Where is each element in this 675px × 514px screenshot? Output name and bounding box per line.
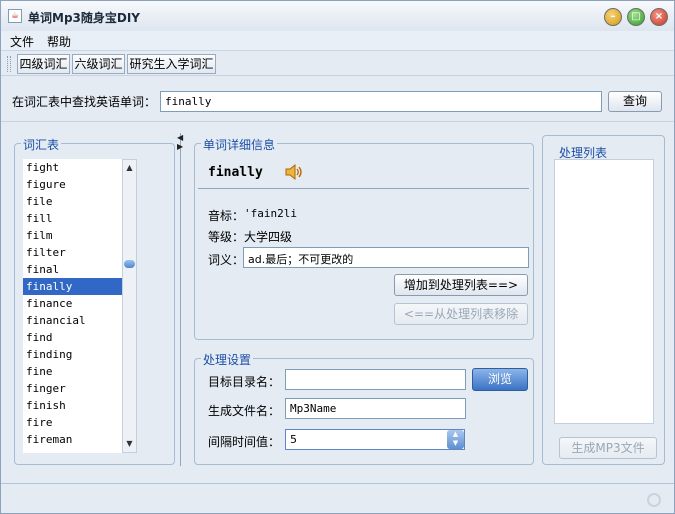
- target-dir-input[interactable]: [285, 369, 466, 390]
- list-item[interactable]: finance: [23, 295, 122, 312]
- phonetic-label: 音标：: [208, 209, 245, 223]
- close-button[interactable]: ×: [650, 8, 668, 26]
- minimize-button[interactable]: –: [604, 8, 622, 26]
- list-item[interactable]: fight: [23, 159, 122, 176]
- list-item[interactable]: figure: [23, 176, 122, 193]
- list-item[interactable]: fireman: [23, 431, 122, 448]
- query-button[interactable]: 查询: [608, 91, 662, 112]
- split-divider[interactable]: [180, 133, 181, 466]
- java-cup-icon: ☕: [8, 9, 22, 23]
- split-arrows-icon[interactable]: ◀ ▶: [177, 133, 183, 151]
- title-bar[interactable]: ☕ 单词Mp3随身宝DIY – □ ×: [1, 1, 674, 31]
- search-input[interactable]: finally: [160, 91, 602, 112]
- menu-file[interactable]: 文件: [10, 33, 34, 50]
- vocab-scrollbar[interactable]: ▲ ▼: [122, 159, 137, 453]
- list-item[interactable]: final: [23, 261, 122, 278]
- definition-label: 词义：: [208, 253, 245, 267]
- level-cet6-button[interactable]: 六级词汇: [72, 54, 125, 74]
- scroll-down-arrow-icon[interactable]: ▼: [123, 437, 136, 451]
- list-item[interactable]: finding: [23, 346, 122, 363]
- detail-legend: 单词详细信息: [201, 136, 278, 153]
- maximize-button[interactable]: □: [627, 8, 645, 26]
- list-item[interactable]: finish: [23, 397, 122, 414]
- menu-help[interactable]: 帮助: [47, 33, 71, 50]
- list-item-selected[interactable]: finally: [23, 278, 122, 295]
- browse-button[interactable]: 浏览: [472, 368, 528, 391]
- search-label: 在词汇表中查找英语单词：: [12, 95, 157, 109]
- list-item[interactable]: find: [23, 329, 122, 346]
- filename-label: 生成文件名：: [208, 404, 281, 418]
- target-dir-label: 目标目录名：: [208, 375, 281, 389]
- settings-legend: 处理设置: [201, 351, 254, 368]
- list-item[interactable]: fine: [23, 363, 122, 380]
- list-item[interactable]: filter: [23, 244, 122, 261]
- list-item[interactable]: finger: [23, 380, 122, 397]
- app-window: ☕ 单词Mp3随身宝DIY – □ × 文件 帮助 四级词汇 六级词汇 研究生入…: [0, 0, 675, 514]
- definition-field[interactable]: ad.最后；不可更改的: [243, 247, 529, 268]
- phonetic-value: 'fain2li: [244, 207, 297, 220]
- add-to-process-button[interactable]: 增加到处理列表==>: [394, 274, 528, 296]
- remove-from-process-button[interactable]: <==从处理列表移除: [394, 303, 528, 325]
- level-cet4-button[interactable]: 四级词汇: [17, 54, 70, 74]
- interval-spinner[interactable]: 5: [285, 429, 465, 450]
- interval-label: 间隔时间值：: [208, 435, 281, 449]
- list-item[interactable]: fire: [23, 414, 122, 431]
- generate-mp3-button[interactable]: 生成MP3文件: [559, 437, 657, 459]
- busy-indicator-icon: [647, 493, 661, 507]
- list-item[interactable]: file: [23, 193, 122, 210]
- vocab-legend: 词汇表: [21, 136, 62, 153]
- scroll-up-arrow-icon[interactable]: ▲: [123, 161, 136, 175]
- process-list[interactable]: [554, 159, 654, 424]
- level-value: 大学四级: [244, 230, 293, 244]
- filename-input[interactable]: Mp3Name: [285, 398, 466, 419]
- vocab-list[interactable]: fight figure file fill film filter final…: [23, 159, 122, 453]
- list-item[interactable]: financial: [23, 312, 122, 329]
- word-title: finally: [208, 165, 263, 180]
- level-toolbar: 四级词汇 六级词汇 研究生入学词汇: [1, 52, 674, 76]
- status-bar: [1, 483, 674, 513]
- level-postgrad-button[interactable]: 研究生入学词汇: [127, 54, 216, 74]
- list-item[interactable]: fill: [23, 210, 122, 227]
- detail-separator: [198, 188, 529, 189]
- scroll-thumb[interactable]: [124, 260, 135, 268]
- spinner-arrows-icon[interactable]: ▲ ▼: [447, 430, 464, 449]
- toolbar-grip[interactable]: [7, 56, 11, 72]
- level-label: 等级：: [208, 230, 245, 244]
- speaker-icon[interactable]: [284, 163, 304, 181]
- menu-bar: 文件 帮助: [1, 31, 674, 51]
- list-item[interactable]: film: [23, 227, 122, 244]
- window-title: 单词Mp3随身宝DIY: [28, 11, 140, 25]
- separator: [1, 121, 674, 122]
